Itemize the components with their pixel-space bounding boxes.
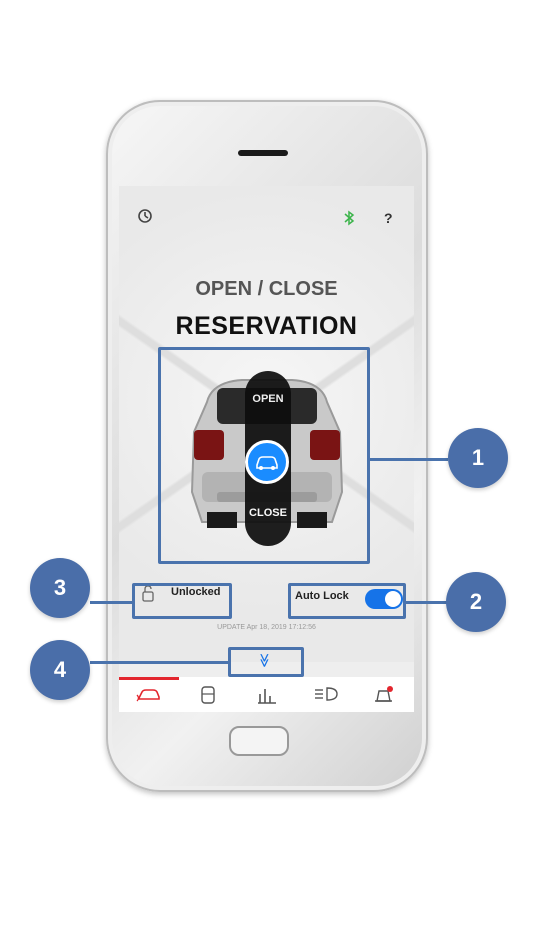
callout-highlight-chevron [228,647,304,677]
callout-badge-3: 3 [30,558,90,618]
callout-badge-4: 4 [30,640,90,700]
phone-speaker [238,150,288,156]
bluetooth-icon[interactable] [343,210,355,229]
help-button[interactable]: ? [384,210,393,226]
title-open-close: OPEN / CLOSE [195,278,338,300]
callout-badge-1: 1 [448,428,508,488]
tab-stats[interactable] [252,685,282,707]
alarm-bell-icon [375,686,393,702]
bar-chart-icon [258,689,276,704]
connector-4 [90,661,228,664]
title-reservation: RESERVATION [175,312,358,340]
power-icon[interactable] [137,208,153,227]
active-tab-indicator [119,677,179,680]
tab-remote[interactable] [134,685,164,707]
bottom-tab-bar [119,677,414,712]
callout-badge-2: 2 [446,572,506,632]
tab-alarm[interactable] [369,685,399,707]
tab-door[interactable] [193,685,223,707]
car-remote-icon [136,689,160,702]
connector-2 [406,601,448,604]
connector-3 [90,601,132,604]
callout-highlight-autolock [288,583,406,619]
callout-highlight-lock-status [132,583,232,619]
tab-lights[interactable] [311,685,341,707]
door-icon [201,686,215,704]
callout-highlight-car [158,347,370,564]
home-button[interactable] [229,726,289,756]
update-timestamp: UPDATE Apr 18, 2019 17:12:56 [217,624,316,631]
connector-1 [370,458,448,461]
headlight-icon [315,687,338,701]
